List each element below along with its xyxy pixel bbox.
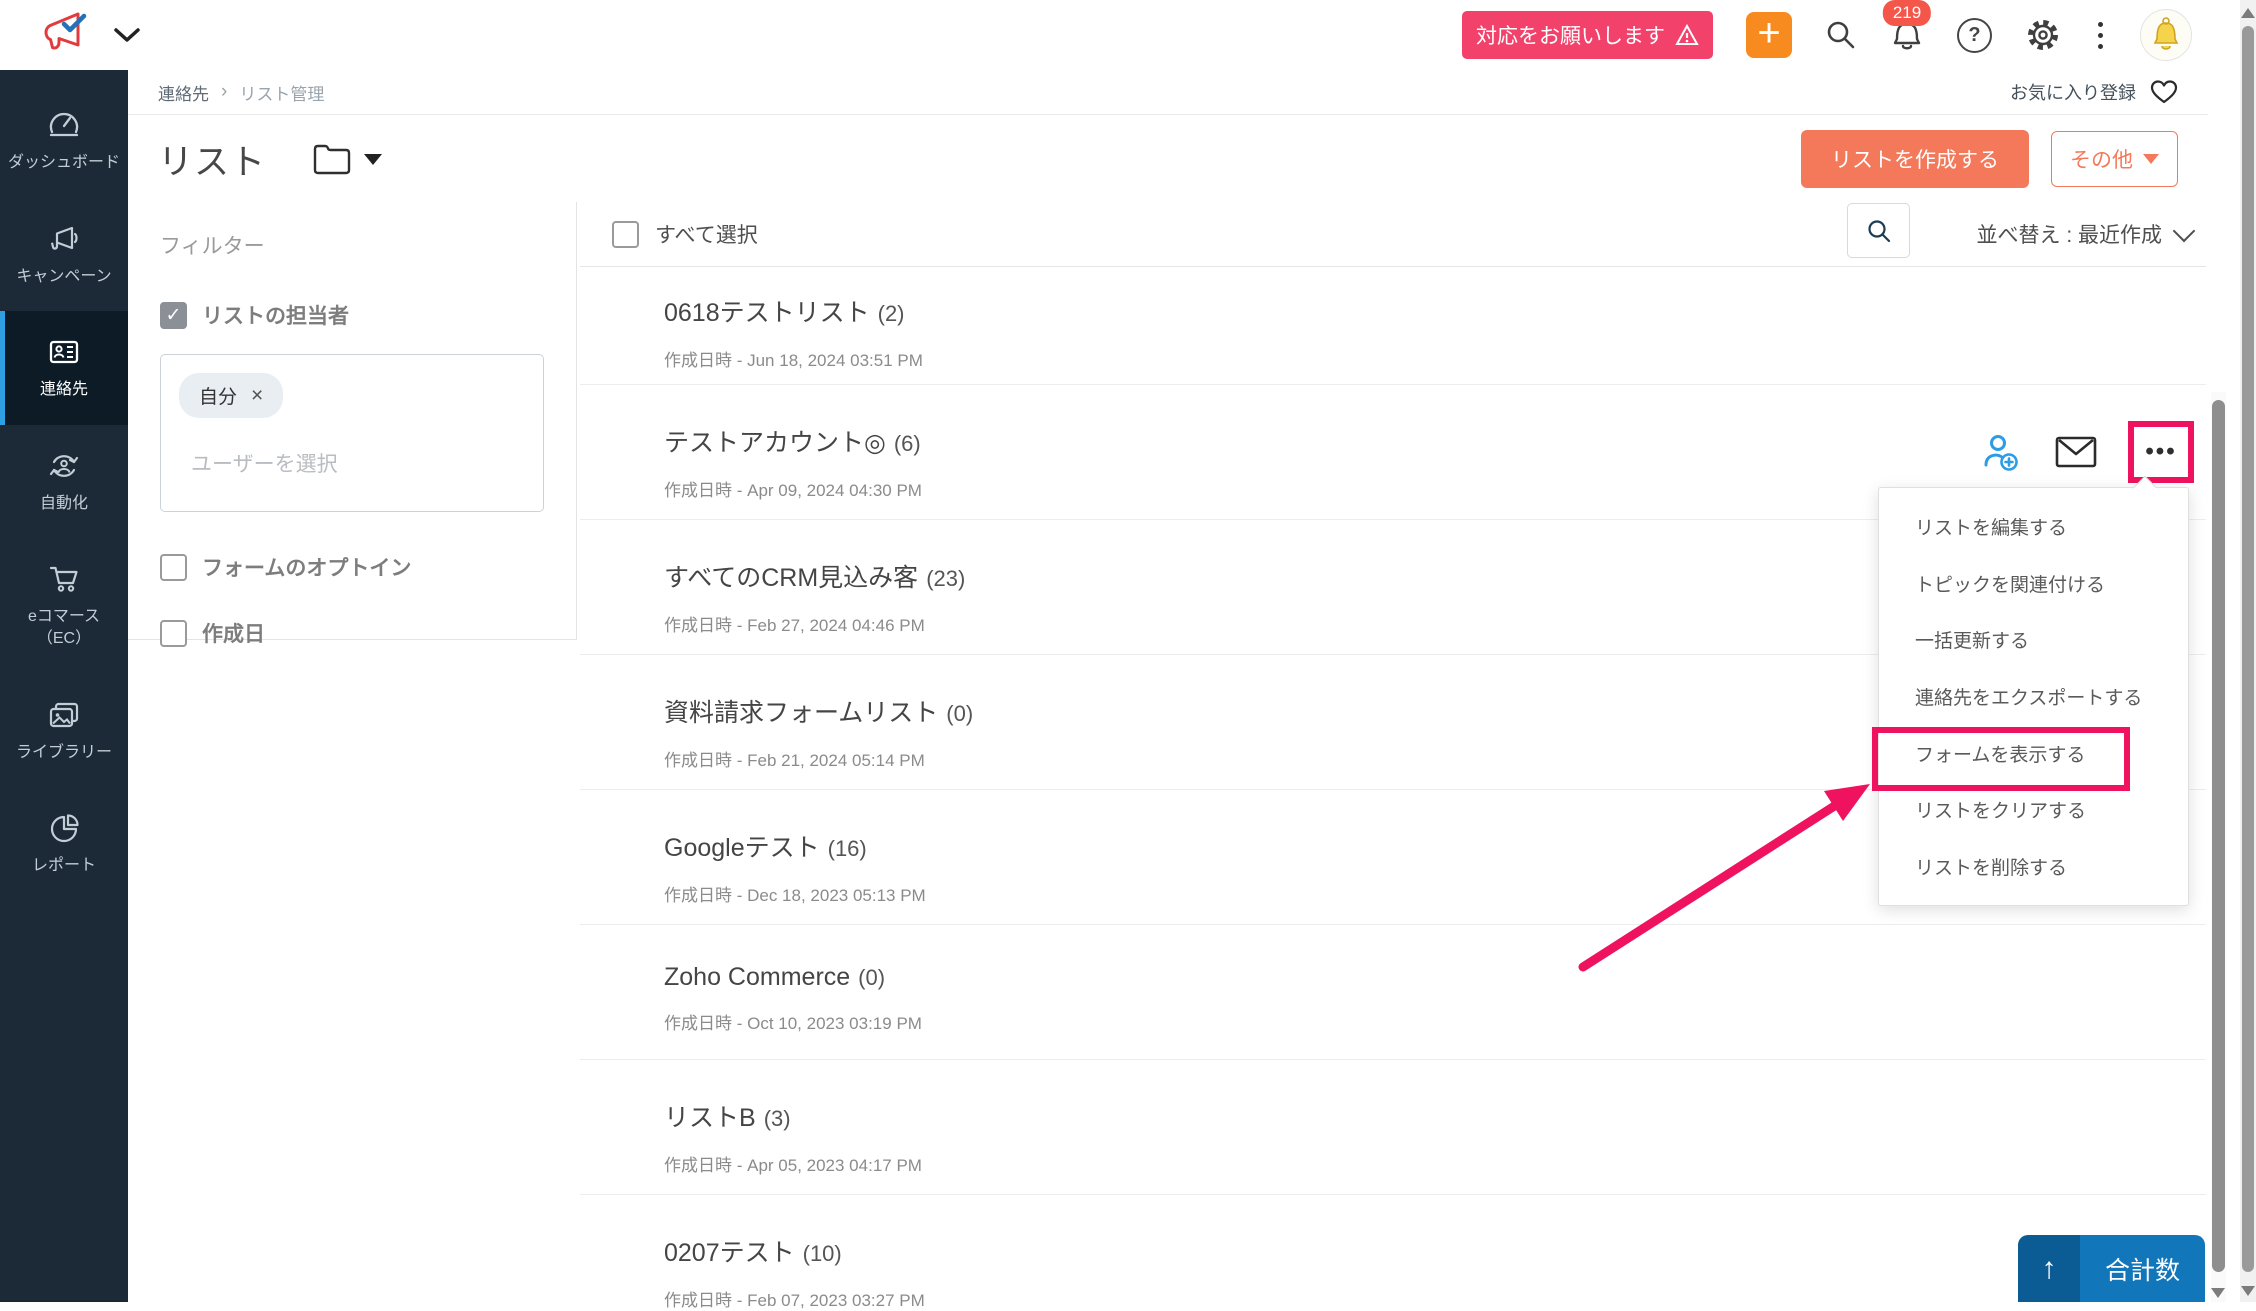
menu-item-show-form[interactable]: フォームを表示する <box>1879 725 2188 782</box>
optin-checkbox[interactable] <box>160 554 187 581</box>
page-header: リスト リストを作成する その他 <box>128 116 2208 202</box>
menu-item-edit-list[interactable]: リストを編集する <box>1879 498 2188 555</box>
folder-caret-icon <box>364 154 382 165</box>
total-count-button[interactable]: ↑ 合計数 <box>2018 1235 2205 1302</box>
settings-gear-icon[interactable] <box>2025 17 2061 53</box>
breadcrumb-separator: › <box>221 81 227 103</box>
sidebar-item-contacts[interactable]: 連絡先 <box>0 311 128 425</box>
scroll-top-section[interactable]: ↑ <box>2018 1235 2080 1302</box>
search-icon <box>1866 218 1892 244</box>
filter-title: フィルター <box>160 230 544 260</box>
top-bar: 対応をお願いします + 219 <box>0 0 2256 70</box>
quick-create-button[interactable]: + <box>1746 12 1792 58</box>
total-count-label: 合計数 <box>2080 1235 2205 1302</box>
sidebar-item-ecommerce[interactable]: eコマース（EC） <box>0 538 128 673</box>
cart-icon <box>47 562 81 596</box>
list-row[interactable]: リストB(3) 作成日時 - Apr 05, 2023 04:17 PM <box>580 1060 2206 1195</box>
org-switcher-chevron-icon[interactable] <box>114 27 140 43</box>
owner-chip-self[interactable]: 自分 × <box>179 373 283 418</box>
ellipsis-icon: ••• <box>2145 438 2176 466</box>
folder-icon <box>312 142 352 176</box>
filter-panel: フィルター ✓ リストの担当者 自分 × ユーザーを選択 フォームのオプトイン … <box>128 202 577 640</box>
menu-item-export-contacts[interactable]: 連絡先をエクスポートする <box>1879 668 2188 725</box>
help-icon[interactable]: ? <box>1957 18 1992 53</box>
menu-item-bulk-update[interactable]: 一括更新する <box>1879 611 2188 668</box>
dashboard-gauge-icon <box>47 108 81 142</box>
list-search-button[interactable] <box>1847 203 1910 258</box>
sidebar-item-campaigns[interactable]: キャンペーン <box>0 198 128 312</box>
breadcrumb-contacts[interactable]: 連絡先 <box>158 80 209 105</box>
sidebar: ダッシュボード キャンペーン 連絡先 自動化 <box>0 70 128 1302</box>
more-caret-icon <box>2143 154 2159 164</box>
notification-count-badge: 219 <box>1883 0 1931 26</box>
more-button[interactable]: その他 <box>2051 131 2178 187</box>
folder-selector[interactable] <box>312 142 382 176</box>
owner-select-placeholder[interactable]: ユーザーを選択 <box>191 448 525 478</box>
sidebar-item-automation[interactable]: 自動化 <box>0 425 128 539</box>
list-toolbar: すべて選択 並べ替え : 最近作成 <box>580 202 2206 267</box>
heart-icon[interactable] <box>2150 79 2178 105</box>
row-actions: ••• <box>1978 421 2194 483</box>
favorite-register[interactable]: お気に入り登録 <box>2010 79 2178 105</box>
add-contact-icon[interactable] <box>1978 429 2024 475</box>
row-ellipsis-menu-button[interactable]: ••• <box>2128 421 2194 483</box>
sidebar-item-dashboard[interactable]: ダッシュボード <box>0 84 128 198</box>
list-scrollbar-thumb[interactable] <box>2212 400 2225 1272</box>
select-all[interactable]: すべて選択 <box>612 219 758 249</box>
warning-triangle-icon <box>1675 24 1699 46</box>
page-scrollbar-thumb[interactable] <box>2242 26 2254 1272</box>
chip-remove-icon[interactable]: × <box>251 385 263 406</box>
scroll-down-icon[interactable] <box>2241 1286 2255 1296</box>
megaphone-icon <box>47 222 81 256</box>
chevron-down-icon <box>2173 220 2196 243</box>
sidebar-item-library[interactable]: ライブラリー <box>0 674 128 788</box>
notifications-bell-icon[interactable]: 219 <box>1890 17 1924 53</box>
automation-icon <box>47 449 81 483</box>
filter-list-owner[interactable]: ✓ リストの担当者 <box>160 300 544 330</box>
more-options-kebab-icon[interactable] <box>2094 18 2107 53</box>
scroll-down-icon[interactable] <box>2211 1288 2225 1298</box>
sidebar-item-reports[interactable]: レポート <box>0 787 128 901</box>
list-row[interactable]: 0207テスト(10) 作成日時 - Feb 07, 2023 03:27 PM <box>580 1195 2206 1295</box>
filter-created-date[interactable]: 作成日 <box>160 618 544 648</box>
up-arrow-icon: ↑ <box>2042 1252 2057 1286</box>
user-avatar[interactable] <box>2140 9 2192 61</box>
list-row[interactable]: 0618テストリスト(2) 作成日時 - Jun 18, 2024 03:51 … <box>580 267 2206 385</box>
action-required-badge[interactable]: 対応をお願いします <box>1462 11 1713 59</box>
created-checkbox[interactable] <box>160 620 187 647</box>
plus-icon: + <box>1757 13 1780 53</box>
menu-item-associate-topic[interactable]: トピックを関連付ける <box>1879 555 2188 612</box>
scroll-up-icon[interactable] <box>2241 8 2255 18</box>
select-all-checkbox[interactable] <box>612 221 639 248</box>
list-scrollbar[interactable] <box>2211 392 2226 1302</box>
page-title: リスト <box>158 134 266 185</box>
page-scrollbar[interactable] <box>2240 0 2256 1302</box>
sort-selector[interactable]: 並べ替え : 最近作成 <box>1976 219 2192 249</box>
breadcrumb-bar: 連絡先 › リスト管理 お気に入り登録 <box>128 70 2208 115</box>
menu-item-delete-list[interactable]: リストを削除する <box>1879 838 2188 895</box>
row-context-menu: リストを編集する トピックを関連付ける 一括更新する 連絡先をエクスポートする … <box>1878 487 2189 906</box>
search-icon[interactable] <box>1825 19 1857 51</box>
send-email-icon[interactable] <box>2054 434 2098 470</box>
breadcrumb-list-management: リスト管理 <box>239 80 324 105</box>
owner-select-box[interactable]: 自分 × ユーザーを選択 <box>160 354 544 512</box>
report-pie-icon <box>47 811 81 845</box>
library-icon <box>47 698 81 732</box>
filter-form-optin[interactable]: フォームのオプトイン <box>160 552 544 582</box>
create-list-button[interactable]: リストを作成する <box>1801 130 2029 188</box>
list-row[interactable]: Zoho Commerce(0) 作成日時 - Oct 10, 2023 03:… <box>580 925 2206 1060</box>
zoho-campaigns-logo-icon[interactable] <box>44 11 96 59</box>
contact-card-icon <box>47 335 81 369</box>
owner-checkbox[interactable]: ✓ <box>160 302 187 329</box>
menu-item-clear-list[interactable]: リストをクリアする <box>1879 782 2188 839</box>
